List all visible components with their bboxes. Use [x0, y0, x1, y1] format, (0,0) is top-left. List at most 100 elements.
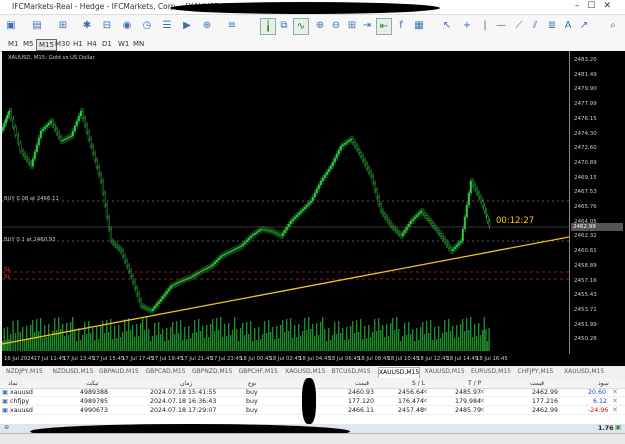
horizontal-line-icon[interactable]: — [494, 18, 508, 33]
indicators-icon[interactable]: f [394, 18, 408, 33]
row-cur-price[interactable]: 2462.99 [532, 389, 558, 396]
navigator-icon[interactable]: ✱ [80, 18, 94, 33]
zoom-in-icon[interactable]: ⊕ [313, 18, 327, 33]
col-profit[interactable]: سود [598, 380, 609, 387]
cursor-icon[interactable]: ↖ [440, 18, 454, 33]
close-order-icon[interactable]: ✕ [612, 406, 618, 414]
arrows-icon[interactable]: ↗ [577, 18, 591, 33]
row-cur-price[interactable]: 177.216 [532, 398, 558, 405]
row-sl[interactable]: 176.474 [398, 398, 424, 405]
row-ticket[interactable]: 4990673 [80, 407, 108, 414]
timeframe-mn[interactable]: MN [131, 39, 146, 49]
col-type[interactable]: نوع [248, 380, 256, 387]
strategy-tester-icon[interactable]: ◉ [120, 18, 134, 33]
close-order-icon[interactable]: ✕ [612, 388, 618, 396]
row-tp[interactable]: 179.984 [455, 398, 481, 405]
row-symbol[interactable]: xauusd [10, 389, 33, 396]
search-icon[interactable]: ⌕ [606, 18, 620, 33]
col-symbol[interactable]: نماد [8, 380, 18, 387]
row-cur-price[interactable]: 2462.99 [532, 407, 558, 414]
col-sl[interactable]: S / L [412, 380, 425, 387]
bar-chart-icon[interactable]: ╽ [260, 18, 276, 35]
clear-tp-icon[interactable]: ✕ [479, 397, 485, 405]
row-price[interactable]: 177.120 [348, 398, 374, 405]
chart-shift-icon[interactable]: ⇤ [376, 18, 392, 35]
row-type[interactable]: buy [246, 407, 258, 414]
scroll-end-icon[interactable]: ⇥ [360, 18, 374, 33]
clear-sl-icon[interactable]: ✕ [422, 388, 428, 396]
row-profit[interactable]: 6.12 [593, 398, 607, 405]
profiles-icon[interactable]: ▤ [30, 18, 44, 33]
row-symbol[interactable]: chfjpy [10, 398, 29, 405]
line-chart-icon[interactable]: ∿ [293, 18, 309, 35]
col-price[interactable]: قیمت [355, 380, 369, 387]
timeframe-w1[interactable]: W1 [116, 39, 131, 49]
zoom-out-icon[interactable]: ⊖ [329, 18, 343, 33]
chart-tab[interactable]: XAGUSD,M15 [285, 367, 325, 377]
channel-icon[interactable]: ⫽ [528, 18, 542, 33]
row-type[interactable]: buy [246, 398, 258, 405]
row-time[interactable]: 2024.07.18 15:41:55 [150, 389, 216, 396]
chart-tab[interactable]: GBPAUD,M15 [99, 367, 139, 377]
chart-tab[interactable]: EURUSD,M15 [471, 367, 511, 377]
timeframe-m5[interactable]: M5 [21, 39, 36, 49]
vertical-line-icon[interactable]: | [478, 18, 492, 33]
row-time[interactable]: 2024.07.18 17:29:07 [150, 407, 216, 414]
row-sl[interactable]: 2457.48 [398, 407, 424, 414]
chart-tab[interactable]: XAUUSD,M15 [564, 367, 604, 377]
close-order-icon[interactable]: ✕ [612, 397, 618, 405]
tile-windows-icon[interactable]: ⊞ [345, 18, 359, 33]
row-profit[interactable]: -24.96 [588, 407, 608, 414]
col-time[interactable]: زمان [180, 380, 192, 387]
chart-tab[interactable]: GBPCHF,M15 [239, 367, 278, 377]
price-chart[interactable]: XAUUSD, M15: Gold vs US Dollar BUY 0.08 … [2, 51, 569, 354]
market-watch-icon[interactable]: ⊞ [56, 18, 70, 33]
chart-tab[interactable]: CHFJPY,M15 [518, 367, 554, 377]
row-type[interactable]: buy [246, 389, 258, 396]
fibonacci-icon[interactable]: ≣ [545, 18, 559, 33]
col-ticket[interactable]: تیکت [86, 380, 99, 387]
clear-tp-icon[interactable]: ✕ [479, 388, 485, 396]
chart-tab[interactable]: XAUUSD,M15 [378, 367, 421, 378]
history-icon[interactable]: ◷ [140, 18, 154, 33]
autotrading-icon[interactable]: ≡ [225, 18, 239, 33]
timeframe-m30[interactable]: M30 [53, 39, 72, 49]
timeframe-d1[interactable]: D1 [100, 39, 114, 49]
price-axis[interactable]: 2483.20 2481.49 2479.90 2477.99 2476.15 2474.… [569, 51, 625, 354]
chart-tab[interactable]: NZDUSD,M15 [53, 367, 94, 377]
row-tp[interactable]: 2485.97 [455, 389, 481, 396]
chart-tab[interactable]: GBPCAD,M15 [146, 367, 186, 377]
row-sl[interactable]: 2456.64 [398, 389, 424, 396]
clear-sl-icon[interactable]: ✕ [422, 406, 428, 414]
window-controls[interactable]: –☐✕ [575, 1, 619, 11]
text-icon[interactable]: A [561, 18, 575, 33]
chart-tab[interactable]: XAUUSD,M15 [425, 367, 465, 377]
row-symbol[interactable]: xauusd [10, 407, 33, 414]
clear-tp-icon[interactable]: ✕ [479, 406, 485, 414]
expert-icon[interactable]: ▶ [180, 18, 194, 33]
trendline-icon[interactable]: ⟋ [512, 18, 526, 33]
timeframe-m1[interactable]: M1 [6, 39, 21, 49]
candle-chart-icon[interactable]: ⧉ [277, 18, 291, 33]
chart-tab[interactable]: GBPNZD,M15 [192, 367, 232, 377]
timeframe-h4[interactable]: H4 [85, 39, 99, 49]
row-price[interactable]: 2466.11 [348, 407, 374, 414]
options-icon[interactable]: ☰ [160, 18, 174, 33]
templates-icon[interactable]: ▦ [412, 18, 426, 33]
crosshair-icon[interactable]: + [460, 18, 474, 33]
chart-tab[interactable]: BTCUSD,M15 [332, 367, 371, 377]
row-profit[interactable]: 20.60 [588, 389, 606, 396]
row-ticket[interactable]: 4989388 [80, 389, 108, 396]
terminal-icon[interactable]: ⊟ [100, 18, 114, 33]
expand-icon[interactable]: ▣ [615, 424, 621, 431]
timeframe-h1[interactable]: H1 [71, 39, 85, 49]
clear-sl-icon[interactable]: ✕ [422, 397, 428, 405]
col-cur-price[interactable]: قیمت [530, 380, 544, 387]
row-time[interactable]: 2024.07.18 16:36:43 [150, 398, 216, 405]
row-tp[interactable]: 2485.79 [455, 407, 481, 414]
new-chart-icon[interactable]: ▣ [4, 18, 18, 33]
order-icon[interactable]: ⊕ [200, 18, 214, 33]
chart-tab[interactable]: NZDJPY,M15 [6, 367, 43, 377]
row-ticket[interactable]: 4989785 [80, 398, 108, 405]
row-price[interactable]: 2460.93 [348, 389, 374, 396]
